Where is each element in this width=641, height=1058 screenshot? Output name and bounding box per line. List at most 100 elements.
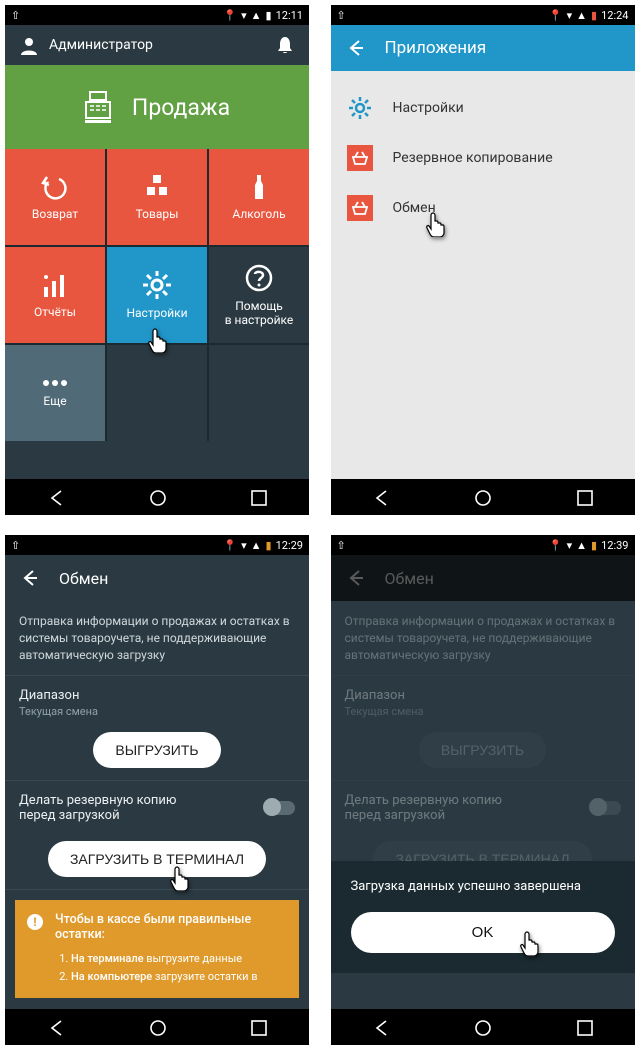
- apps-item-settings[interactable]: Настройки: [331, 83, 635, 133]
- signal-icon: ▲: [251, 9, 262, 22]
- backup-toggle-label: Делать резервную копию перед загрузкой: [19, 793, 209, 823]
- tile-help[interactable]: Помощьв настройке: [209, 247, 309, 343]
- nav-bar: [331, 1009, 635, 1045]
- nav-recent[interactable]: [249, 1018, 267, 1036]
- location-icon: 📍: [549, 539, 563, 552]
- tile-alcohol[interactable]: Алкоголь: [209, 149, 309, 245]
- undo-icon: [41, 173, 69, 201]
- nav-home[interactable]: [473, 1018, 491, 1036]
- tile-label: Помощьв настройке: [225, 299, 294, 328]
- load-terminal-button[interactable]: ЗАГРУЗИТЬ В ТЕРМИНАЛ: [48, 841, 266, 877]
- exchange-title: Обмен: [385, 569, 434, 588]
- exchange-header: Обмен: [5, 555, 309, 601]
- status-bar: ⇧ 📍▾▲▮12:39: [331, 535, 635, 555]
- backup-toggle-label: Делать резервную копию перед загрузкой: [345, 793, 535, 823]
- tile-label: Возврат: [32, 207, 78, 221]
- backup-toggle[interactable]: [265, 801, 295, 815]
- banner-title: Чтобы в кассе были правильные остатки:: [55, 912, 287, 942]
- wifi-icon: ▾: [241, 9, 247, 22]
- bell-icon[interactable]: [275, 35, 295, 55]
- battery-icon: ▮: [266, 9, 272, 22]
- tile-label: Отчёты: [34, 305, 76, 319]
- tile-reports[interactable]: Отчёты: [5, 247, 105, 343]
- ok-button[interactable]: OK: [351, 912, 615, 953]
- apps-item-label: Резервное копирование: [393, 150, 553, 166]
- nav-bar: [5, 479, 309, 515]
- nav-home[interactable]: [148, 1018, 166, 1036]
- nav-back[interactable]: [372, 1018, 390, 1036]
- tile-label: Товары: [136, 207, 179, 221]
- apps-item-label: Обмен: [393, 200, 436, 216]
- banner-steps: На терминале выгрузите данные На компьют…: [55, 950, 287, 985]
- apps-item-exchange[interactable]: Обмен: [331, 183, 635, 233]
- back-icon: [345, 568, 365, 588]
- success-toast: Загрузка данных успешно завершена OK: [331, 861, 635, 973]
- nav-back[interactable]: [47, 1018, 65, 1036]
- exchange-body: Отправка информации о продажах и остатка…: [5, 601, 309, 1009]
- alert-icon: !: [27, 914, 43, 930]
- range-section: Диапазон Текущая смена ВЫГРУЗИТЬ: [331, 676, 635, 781]
- gear-icon: [347, 95, 373, 121]
- status-bar: ⇧ 📍 ▾▲ ▮ 12:24: [331, 5, 635, 25]
- back-icon[interactable]: [345, 38, 365, 58]
- nav-recent[interactable]: [575, 488, 593, 506]
- tile-settings[interactable]: Настройки: [107, 247, 207, 343]
- apps-list: Настройки Резервное копирование Обмен: [331, 71, 635, 479]
- dots-icon: [41, 378, 69, 388]
- back-icon[interactable]: [19, 568, 39, 588]
- nav-recent[interactable]: [575, 1018, 593, 1036]
- wifi-icon: ▾: [567, 9, 573, 22]
- warning-banner: ! Чтобы в кассе были правильные остатки:…: [15, 900, 299, 997]
- sale-label: Продажа: [132, 94, 230, 121]
- upload-icon: ⇧: [11, 9, 20, 22]
- home-tiles: Возврат Товары Алкоголь Отчёты Настройки: [5, 149, 309, 441]
- apps-item-label: Настройки: [393, 100, 464, 116]
- exchange-body-dimmed: Отправка информации о продажах и остатка…: [331, 601, 635, 1009]
- bottle-icon: [245, 173, 273, 201]
- tile-label: Еще: [43, 394, 66, 408]
- clock: 12:29: [276, 539, 303, 552]
- tile-empty: [209, 345, 309, 441]
- clock: 12:39: [601, 539, 628, 552]
- unload-button: ВЫГРУЗИТЬ: [419, 732, 546, 768]
- bars-icon: [41, 271, 69, 299]
- nav-home[interactable]: [473, 488, 491, 506]
- tile-goods[interactable]: Товары: [107, 149, 207, 245]
- range-section[interactable]: Диапазон Текущая смена ВЫГРУЗИТЬ: [5, 676, 309, 781]
- nav-bar: [5, 1009, 309, 1045]
- battery-icon: ▮: [591, 9, 597, 22]
- question-icon: [244, 263, 274, 293]
- unload-button[interactable]: ВЫГРУЗИТЬ: [93, 732, 220, 768]
- screen-home: ⇧ 📍▾▲▮12:11 Администратор Продажа Возвра…: [5, 5, 309, 515]
- upload-icon: ⇧: [337, 539, 346, 552]
- range-value: Текущая смена: [345, 705, 621, 718]
- sale-tile[interactable]: Продажа: [5, 65, 309, 149]
- battery-icon: ▮: [591, 539, 597, 552]
- wifi-icon: ▾: [567, 539, 573, 552]
- nav-back[interactable]: [372, 488, 390, 506]
- nav-home[interactable]: [148, 488, 166, 506]
- location-icon: 📍: [549, 9, 563, 22]
- clock: 12:11: [276, 9, 303, 22]
- location-icon: 📍: [223, 539, 237, 552]
- nav-back[interactable]: [47, 488, 65, 506]
- range-value: Текущая смена: [19, 705, 295, 718]
- basket-icon: [347, 195, 373, 221]
- tile-more[interactable]: Еще: [5, 345, 105, 441]
- clock: 12:24: [601, 9, 628, 22]
- wifi-icon: ▾: [241, 539, 247, 552]
- upload-icon: ⇧: [337, 9, 346, 22]
- nav-recent[interactable]: [249, 488, 267, 506]
- upload-icon: ⇧: [11, 539, 20, 552]
- apps-item-backup[interactable]: Резервное копирование: [331, 133, 635, 183]
- tile-empty: [107, 345, 207, 441]
- apps-title: Приложения: [385, 38, 487, 58]
- tile-label: Настройки: [126, 306, 187, 320]
- status-bar: ⇧ 📍 ▾ ▲ ▮ 12:11: [5, 5, 309, 25]
- screen-apps: ⇧ 📍 ▾▲ ▮ 12:24 Приложения Настройки Резервн…: [331, 5, 635, 515]
- battery-icon: ▮: [266, 539, 272, 552]
- exchange-description: Отправка информации о продажах и остатка…: [331, 601, 635, 676]
- tile-return[interactable]: Возврат: [5, 149, 105, 245]
- signal-icon: ▲: [576, 9, 587, 22]
- location-icon: 📍: [223, 9, 237, 22]
